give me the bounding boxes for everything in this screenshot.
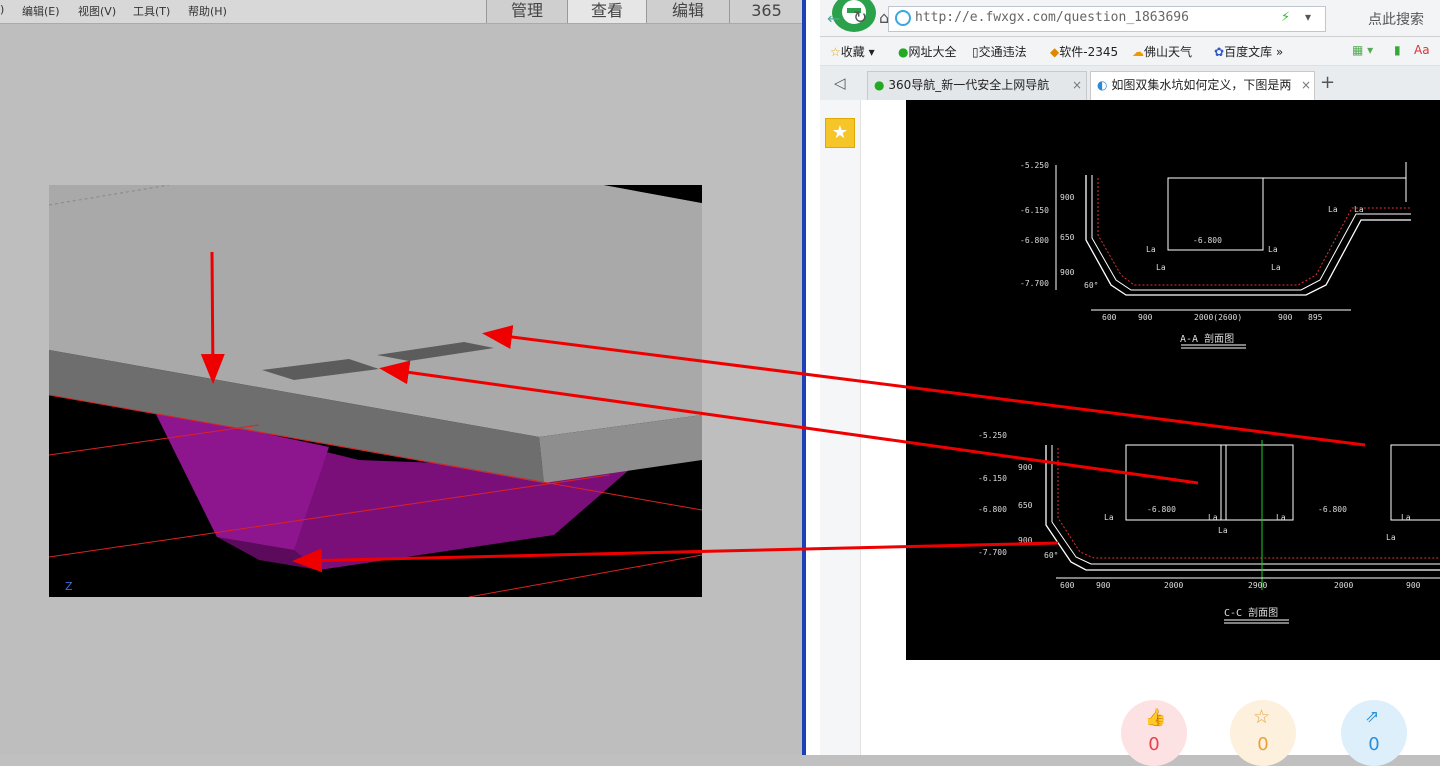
annotation-arrow: [379, 360, 1199, 485]
annotation-arrow: [200, 251, 225, 384]
annotation-arrow: [482, 325, 1366, 447]
annotation-arrow: [292, 541, 1059, 573]
annotation-overlay: [200, 251, 1366, 573]
